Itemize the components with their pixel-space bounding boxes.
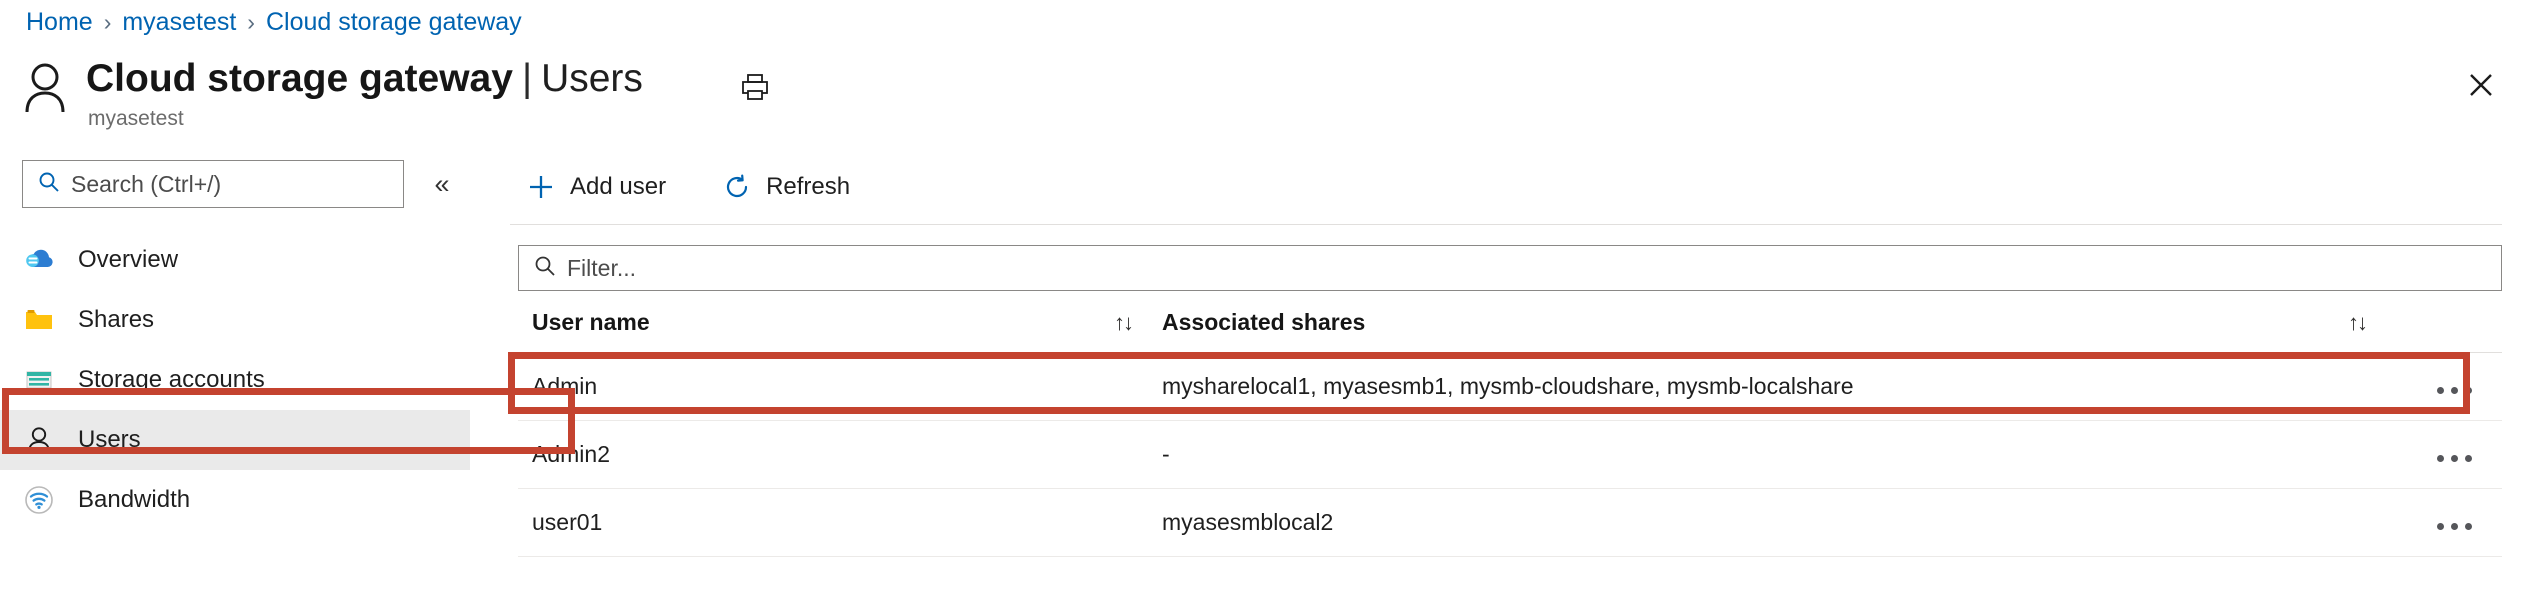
command-bar-divider	[510, 224, 2502, 225]
sidebar-search-row: Search (Ctrl+/) «	[0, 160, 470, 208]
sidebar-item-bandwidth[interactable]: Bandwidth	[0, 470, 470, 530]
breadcrumb-separator-icon: ›	[247, 9, 255, 35]
breadcrumb: Home › myasetest › Cloud storage gateway	[26, 10, 522, 35]
refresh-button[interactable]: Refresh	[714, 166, 858, 208]
column-header-label: User name	[532, 309, 650, 335]
more-options-icon[interactable]	[2437, 523, 2472, 530]
cell-associated-shares: -	[1148, 420, 2382, 489]
sidebar-item-label: Bandwidth	[78, 486, 191, 513]
row-actions[interactable]	[2382, 420, 2502, 489]
person-icon	[22, 423, 56, 457]
sidebar-item-label: Shares	[78, 306, 155, 333]
sidebar-nav-list: Overview Shares Storage accounts Users B…	[0, 230, 470, 530]
more-options-icon[interactable]	[2437, 387, 2472, 394]
close-icon[interactable]	[2458, 62, 2504, 108]
row-actions[interactable]	[2382, 352, 2502, 421]
sidebar: Search (Ctrl+/) « Overview Shares Storag…	[0, 160, 470, 530]
cell-user-name: Admin	[518, 352, 1148, 421]
breadcrumb-item-home[interactable]: Home	[26, 10, 93, 35]
bandwidth-icon	[22, 483, 56, 517]
cell-associated-shares: myasesmblocal2	[1148, 488, 2382, 557]
sort-icon[interactable]: ↑↓	[2348, 310, 2368, 336]
breadcrumb-separator-icon: ›	[103, 9, 112, 35]
users-table: User name ↑↓ Associated shares ↑↓ Admin …	[518, 291, 2502, 557]
column-header-actions	[2382, 291, 2502, 353]
filter-input[interactable]: Filter...	[518, 245, 2502, 291]
command-bar: Add user Refresh	[510, 158, 2524, 216]
column-header-label: Associated shares	[1162, 309, 1366, 335]
search-placeholder: Search (Ctrl+/)	[71, 170, 222, 197]
sidebar-item-shares[interactable]: Shares	[0, 290, 470, 350]
sidebar-item-users[interactable]: Users	[0, 410, 470, 470]
page-subtitle: myasetest	[88, 107, 184, 131]
sidebar-item-label: Users	[78, 426, 141, 453]
table-header-row: User name ↑↓ Associated shares ↑↓	[518, 291, 2502, 353]
column-header-user-name[interactable]: User name ↑↓	[518, 291, 1148, 353]
row-actions[interactable]	[2382, 488, 2502, 557]
plus-icon	[526, 172, 556, 202]
search-input[interactable]: Search (Ctrl+/)	[22, 160, 404, 208]
breadcrumb-item-cloud-storage-gateway[interactable]: Cloud storage gateway	[266, 10, 522, 35]
users-table-head: User name ↑↓ Associated shares ↑↓	[518, 291, 2502, 353]
sidebar-item-overview[interactable]: Overview	[0, 230, 470, 290]
sidebar-item-label: Overview	[78, 246, 179, 273]
search-icon	[533, 254, 557, 283]
table-row[interactable]: Admin mysharelocal1, myasesmb1, mysmb-cl…	[518, 352, 2502, 421]
breadcrumb-item-myasetest[interactable]: myasetest	[122, 10, 236, 35]
table-row[interactable]: Admin2 -	[518, 420, 2502, 489]
print-icon[interactable]	[735, 67, 775, 107]
person-icon	[22, 62, 68, 114]
column-header-associated-shares[interactable]: Associated shares ↑↓	[1148, 291, 2382, 353]
users-table-body: Admin mysharelocal1, myasesmb1, mysmb-cl…	[518, 352, 2502, 557]
sort-icon[interactable]: ↑↓	[1114, 310, 1134, 336]
storage-account-icon	[22, 363, 56, 397]
page-title-block: Cloud storage gateway | Users myasetest	[22, 57, 643, 131]
cloud-icon	[22, 243, 56, 277]
table-row[interactable]: user01 myasesmblocal2	[518, 488, 2502, 557]
azure-portal-users-blade: Home › myasetest › Cloud storage gateway…	[0, 0, 2524, 589]
cell-user-name: user01	[518, 488, 1148, 557]
more-options-icon[interactable]	[2437, 455, 2472, 462]
filter-placeholder: Filter...	[567, 254, 637, 281]
main-content: Add user Refresh Filter... User name ↑↓ …	[510, 158, 2524, 557]
cell-user-name: Admin2	[518, 420, 1148, 489]
page-title-separator: |	[521, 57, 533, 100]
search-icon	[37, 170, 61, 199]
cell-associated-shares: mysharelocal1, myasesmb1, mysmb-cloudsha…	[1148, 352, 2382, 421]
add-user-button[interactable]: Add user	[518, 166, 674, 208]
add-user-label: Add user	[570, 173, 667, 200]
collapse-sidebar-icon[interactable]: «	[422, 164, 462, 204]
page-title-section: Users	[541, 57, 643, 100]
sidebar-item-label: Storage accounts	[78, 366, 265, 393]
page-title: Cloud storage gateway | Users	[86, 57, 643, 100]
folder-icon	[22, 303, 56, 337]
refresh-icon	[722, 172, 752, 202]
refresh-label: Refresh	[766, 173, 851, 200]
sidebar-item-storage-accounts[interactable]: Storage accounts	[0, 350, 470, 410]
page-title-resource: Cloud storage gateway	[86, 57, 513, 100]
